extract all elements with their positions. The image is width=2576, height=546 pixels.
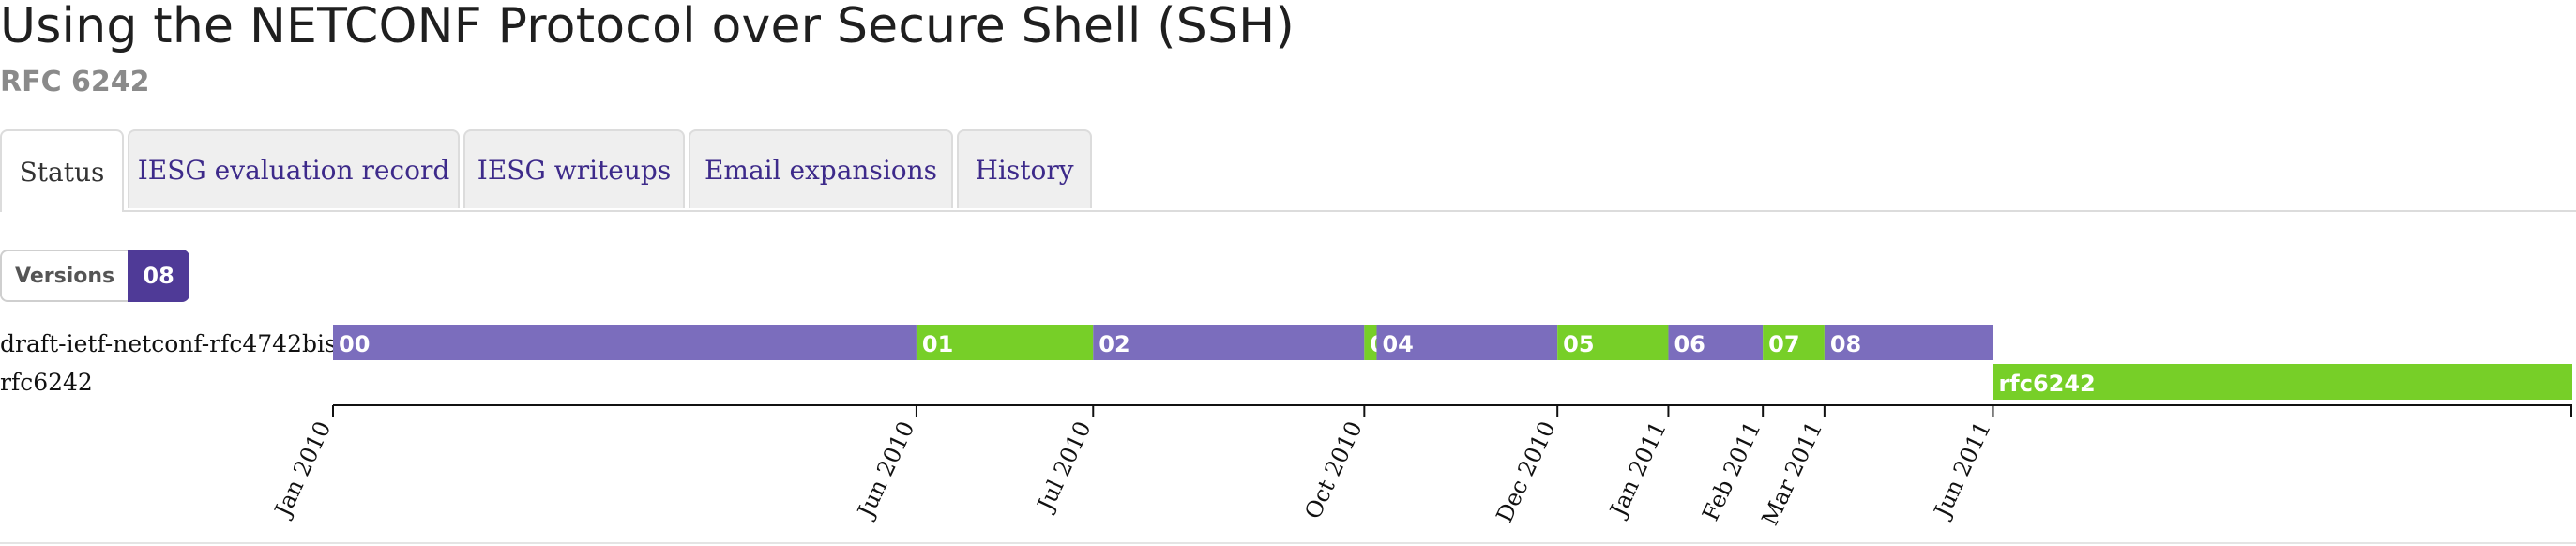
timeline-tick-label: Jun 2011 (1928, 417, 1996, 524)
timeline-segment-00[interactable] (333, 325, 917, 360)
timeline-tick-label: Jun 2010 (852, 417, 920, 524)
version-button-08[interactable]: 08 (128, 250, 190, 302)
tab-iesg-writeups[interactable]: IESG writeups (463, 129, 685, 208)
timeline-segment-label: 04 (1382, 331, 1413, 357)
tab-iesg-evaluation-record[interactable]: IESG evaluation record (128, 129, 460, 208)
timeline-segment-label: 05 (1563, 331, 1594, 357)
versions-label: Versions (0, 250, 129, 302)
page-title: Using the NETCONF Protocol over Secure S… (0, 0, 1295, 54)
timeline-tick-label: Feb 2011 (1697, 417, 1765, 525)
tab-bar: Status IESG evaluation record IESG write… (0, 129, 2576, 212)
timeline-segment-label: 01 (922, 331, 953, 357)
timeline-segment-label: 08 (1830, 331, 1861, 357)
timeline-tick-label: Jan 2011 (1604, 417, 1672, 523)
timeline-tick-label: Jan 2010 (268, 417, 336, 523)
document-timeline-chart: 000102030405060708rfc6242Jan 2010Jun 201… (268, 325, 2572, 530)
tab-email-expansions[interactable]: Email expansions (689, 129, 953, 208)
timeline-segment-label: 02 (1099, 331, 1129, 357)
tab-status[interactable]: Status (0, 129, 124, 212)
versions-selector: Versions 08 (0, 250, 190, 302)
rfc-number: RFC 6242 (0, 66, 150, 99)
timeline-tick-label: Jul 2010 (1031, 417, 1097, 518)
timeline-tick-label: Dec 2010 (1491, 417, 1560, 527)
timeline-segment-label: 06 (1674, 331, 1705, 357)
timeline-tick-label: Mar 2011 (1757, 417, 1828, 530)
timeline-segment-02[interactable] (1093, 325, 1365, 360)
tab-history[interactable]: History (957, 129, 1092, 208)
timeline-segment-label: 07 (1768, 331, 1799, 357)
timeline-segment-label: rfc6242 (1998, 371, 2095, 397)
timeline-segment-label: 00 (339, 331, 370, 357)
bottom-divider (0, 542, 2576, 544)
timeline-tick-label: Oct 2010 (1299, 417, 1367, 523)
